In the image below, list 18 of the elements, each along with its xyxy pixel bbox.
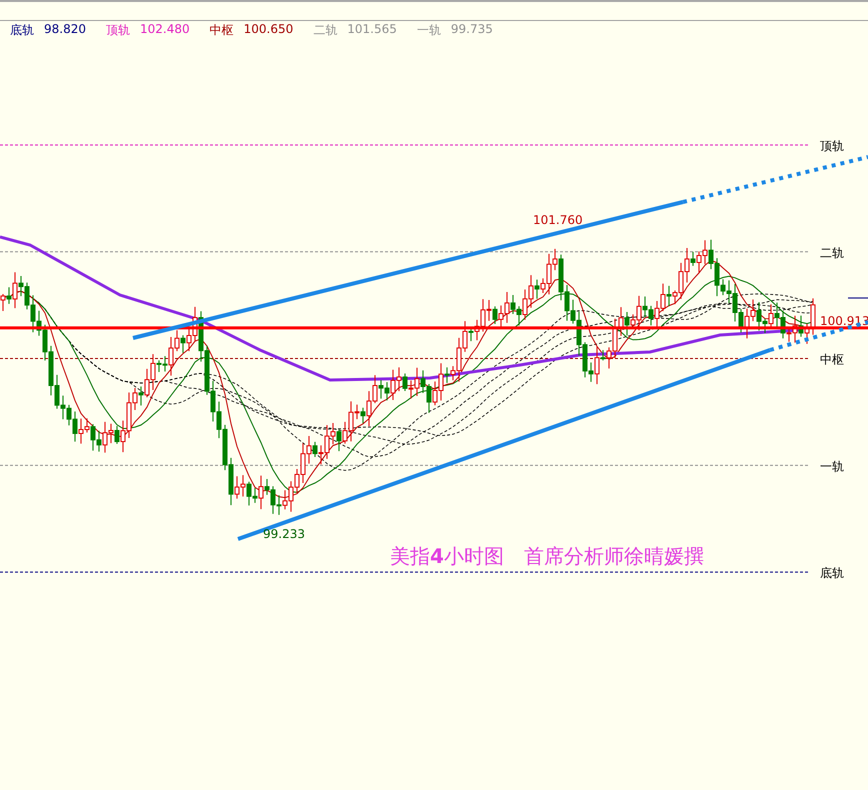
legend-value: 99.735: [450, 22, 493, 38]
level-label: 中枢: [820, 352, 844, 367]
chart-caption: 美指4小时图 首席分析师徐晴媛撰: [390, 543, 704, 570]
legend-label: 底轨: [10, 22, 34, 39]
level-label: 顶轨: [820, 139, 844, 153]
level-label: 底轨: [820, 566, 844, 580]
legend-label: 二轨: [313, 22, 338, 39]
legend-value: 102.480: [140, 22, 190, 38]
legend-value: 101.565: [347, 22, 397, 38]
legend-value: 100.650: [244, 22, 294, 38]
legend-value: 98.820: [44, 22, 86, 38]
level-label: 一轨: [820, 459, 844, 474]
high-label: 101.760: [533, 213, 583, 228]
legend-label: 顶轨: [106, 22, 130, 39]
legend-label: 一轨: [416, 22, 441, 39]
low-label: 99.233: [263, 526, 305, 541]
legend-label: 中枢: [210, 22, 234, 39]
level-label: 二轨: [820, 246, 844, 260]
